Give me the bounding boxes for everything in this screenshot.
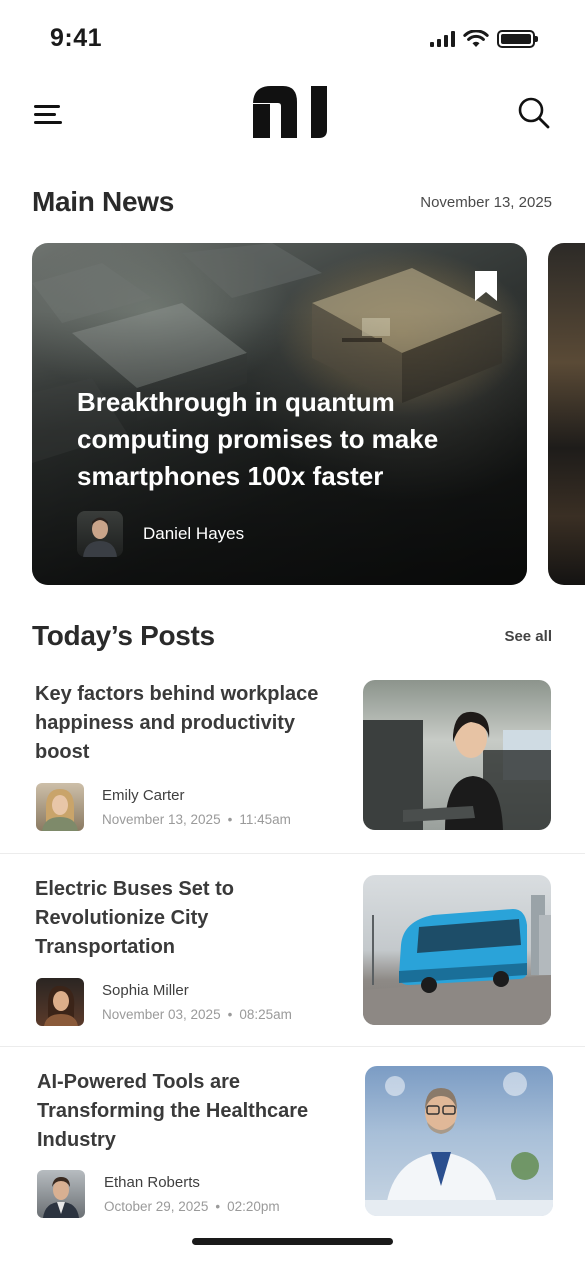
featured-author-name: Daniel Hayes bbox=[143, 524, 245, 543]
top-nav: nl bbox=[0, 78, 585, 154]
post-author-name: Sophia Miller bbox=[102, 982, 189, 999]
post-time: 02:20pm bbox=[227, 1199, 280, 1214]
todays-posts-title: Today’s Posts bbox=[32, 620, 215, 651]
main-news-header: Main News November 13, 2025 bbox=[32, 186, 552, 218]
post-time: 08:25am bbox=[239, 1007, 292, 1022]
post-date: November 03, 2025 bbox=[102, 1007, 221, 1022]
status-bar: 9:41 bbox=[0, 0, 585, 78]
divider bbox=[0, 853, 585, 854]
search-icon[interactable] bbox=[517, 96, 551, 130]
featured-news-card[interactable]: Breakthrough in quantum computing promis… bbox=[32, 243, 527, 585]
status-time: 9:41 bbox=[50, 24, 103, 52]
main-news-title: Main News bbox=[32, 186, 175, 217]
post-meta: November 03, 2025 • 08:25am bbox=[102, 1007, 292, 1022]
post-date: October 29, 2025 bbox=[104, 1199, 209, 1214]
avatar bbox=[37, 1170, 85, 1218]
wifi-icon bbox=[463, 30, 489, 47]
post-thumbnail[interactable] bbox=[363, 875, 551, 1025]
avatar bbox=[77, 511, 123, 557]
nl-logo: nl bbox=[253, 86, 327, 138]
post-meta: November 13, 2025 • 11:45am bbox=[102, 812, 291, 827]
signal-icon bbox=[430, 31, 455, 47]
see-all-link[interactable]: See all bbox=[504, 628, 552, 645]
status-icons bbox=[430, 30, 538, 48]
post-meta: October 29, 2025 • 02:20pm bbox=[104, 1199, 280, 1214]
post-title[interactable]: AI-Powered Tools are Transforming the He… bbox=[37, 1068, 337, 1155]
todays-posts-header: Today’s Posts See all bbox=[32, 620, 552, 652]
home-indicator[interactable] bbox=[192, 1238, 393, 1245]
post-author-name: Ethan Roberts bbox=[104, 1174, 200, 1191]
next-news-card[interactable] bbox=[548, 243, 585, 585]
post-time: 11:45am bbox=[239, 812, 291, 827]
post-author-name: Emily Carter bbox=[102, 787, 185, 804]
featured-author: Daniel Hayes bbox=[77, 511, 244, 557]
bookmark-icon[interactable] bbox=[473, 269, 499, 303]
avatar bbox=[36, 978, 84, 1026]
post-thumbnail[interactable] bbox=[365, 1066, 553, 1216]
post-title[interactable]: Electric Buses Set to Revolutionize City… bbox=[35, 875, 335, 962]
main-news-date: November 13, 2025 bbox=[420, 193, 552, 211]
battery-icon bbox=[497, 30, 538, 48]
list-item[interactable]: AI-Powered Tools are Transforming the He… bbox=[0, 1048, 585, 1242]
post-title[interactable]: Key factors behind workplace happiness a… bbox=[35, 680, 335, 767]
featured-headline[interactable]: Breakthrough in quantum computing promis… bbox=[77, 384, 497, 495]
list-item[interactable]: Electric Buses Set to Revolutionize City… bbox=[0, 855, 585, 1049]
avatar bbox=[36, 783, 84, 831]
post-thumbnail[interactable] bbox=[363, 680, 551, 830]
post-date: November 13, 2025 bbox=[102, 812, 221, 827]
menu-icon bbox=[34, 104, 60, 108]
menu-button[interactable] bbox=[34, 100, 66, 128]
divider bbox=[0, 1046, 585, 1047]
list-item[interactable]: Key factors behind workplace happiness a… bbox=[0, 660, 585, 854]
